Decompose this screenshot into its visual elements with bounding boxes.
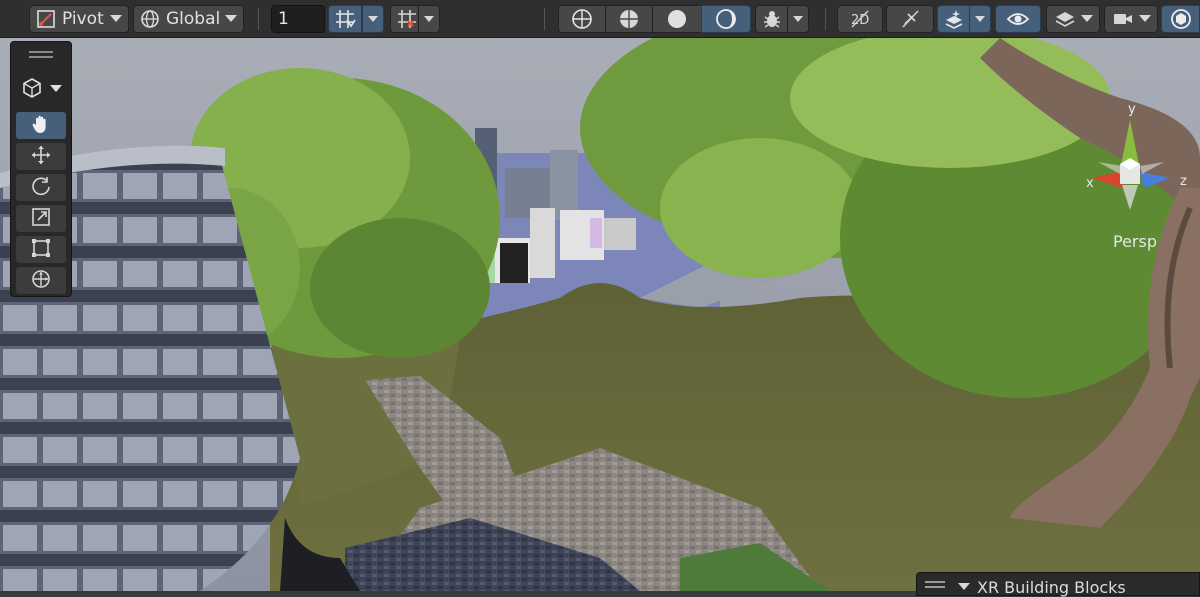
pivot-label: Pivot <box>62 9 104 29</box>
increment-snap-icon <box>396 8 418 30</box>
transform-icon <box>30 268 52 294</box>
snap-increment-input[interactable] <box>271 5 325 33</box>
grid-snap-button[interactable] <box>328 5 362 33</box>
rotate-tool-button[interactable] <box>16 174 66 201</box>
light-off-icon <box>899 8 921 30</box>
global-label: Global <box>166 9 221 29</box>
collapse-icon[interactable] <box>958 583 970 590</box>
grid-snap-dropdown[interactable] <box>362 5 384 33</box>
orientation-gizmo[interactable]: y x z <box>1082 100 1200 250</box>
tools-overlay <box>10 41 72 297</box>
scene-toolbar: Pivot Global 1 2D <box>0 0 1200 38</box>
rotate-icon <box>30 175 52 201</box>
gizmo-y-label: y <box>1128 102 1136 117</box>
shaded-wireframe-button[interactable] <box>605 5 653 33</box>
grid-snap-icon <box>334 8 356 30</box>
gizmos-icon <box>1170 8 1192 30</box>
scale-icon <box>30 206 52 232</box>
toolbar-separator <box>258 8 259 30</box>
chevron-down-icon <box>50 85 62 92</box>
overlay-drag-handle[interactable] <box>29 56 53 58</box>
2d-toggle-button[interactable]: 2D <box>837 5 883 33</box>
chevron-down-icon <box>1081 15 1093 22</box>
wireframe-sphere-icon <box>571 8 593 30</box>
eye-icon <box>1006 9 1030 29</box>
layers-icon <box>1054 8 1076 30</box>
scene-view[interactable] <box>0 38 1200 591</box>
move-icon <box>30 144 52 170</box>
chevron-down-icon <box>225 15 237 22</box>
gizmo-x-label: x <box>1086 176 1094 191</box>
pivot-button[interactable]: Pivot <box>29 5 129 33</box>
unlit-button[interactable] <box>701 5 751 33</box>
hand-tool-button[interactable] <box>16 112 66 139</box>
toolbar-separator <box>544 8 545 30</box>
projection-label[interactable]: Persp <box>1113 232 1157 251</box>
chevron-down-icon <box>1139 15 1151 22</box>
pivot-icon <box>36 9 56 29</box>
move-tool-button[interactable] <box>16 143 66 170</box>
shaded-sphere-icon <box>666 8 688 30</box>
shaded-wireframe-sphere-icon <box>618 8 640 30</box>
lighting-toggle-button[interactable] <box>886 5 934 33</box>
debug-draw-mode-button[interactable] <box>755 5 789 33</box>
panel-drag-handle[interactable] <box>925 581 945 583</box>
gizmo-z-label: z <box>1180 174 1187 189</box>
2d-toggle-icon: 2D <box>848 8 872 30</box>
toolbar-separator <box>825 8 826 30</box>
scene-visibility-button[interactable] <box>995 5 1041 33</box>
cube-icon <box>20 76 44 104</box>
overlay-drag-handle[interactable] <box>29 51 53 53</box>
transform-tool-button[interactable] <box>16 267 66 294</box>
rect-transform-icon <box>30 237 52 263</box>
axis-gizmo-icon[interactable] <box>1082 100 1200 230</box>
xr-building-blocks-panel[interactable]: XR Building Blocks <box>916 572 1200 597</box>
xr-panel-title: XR Building Blocks <box>977 578 1126 597</box>
debug-draw-mode-dropdown[interactable] <box>787 5 809 33</box>
wireframe-shading-button[interactable] <box>558 5 606 33</box>
layers-button[interactable] <box>1046 5 1100 33</box>
camera-settings-button[interactable] <box>1104 5 1158 33</box>
hand-icon <box>30 113 52 139</box>
scene-render[interactable] <box>0 38 1200 591</box>
rect-tool-button[interactable] <box>16 236 66 263</box>
scene-effects-button[interactable] <box>937 5 971 33</box>
gizmos-button[interactable] <box>1161 5 1200 33</box>
increment-snap-dropdown[interactable] <box>418 5 440 33</box>
camera-icon <box>1112 8 1134 30</box>
scene-effects-icon <box>943 8 965 30</box>
shaded-button[interactable] <box>652 5 702 33</box>
view-mode-button[interactable] <box>17 74 67 104</box>
scale-tool-button[interactable] <box>16 205 66 232</box>
scene-effects-dropdown[interactable] <box>969 5 991 33</box>
chevron-down-icon <box>110 15 122 22</box>
unlit-sphere-icon <box>715 8 737 30</box>
global-button[interactable]: Global <box>133 5 244 33</box>
bug-icon <box>761 8 783 30</box>
globe-icon <box>140 9 160 29</box>
